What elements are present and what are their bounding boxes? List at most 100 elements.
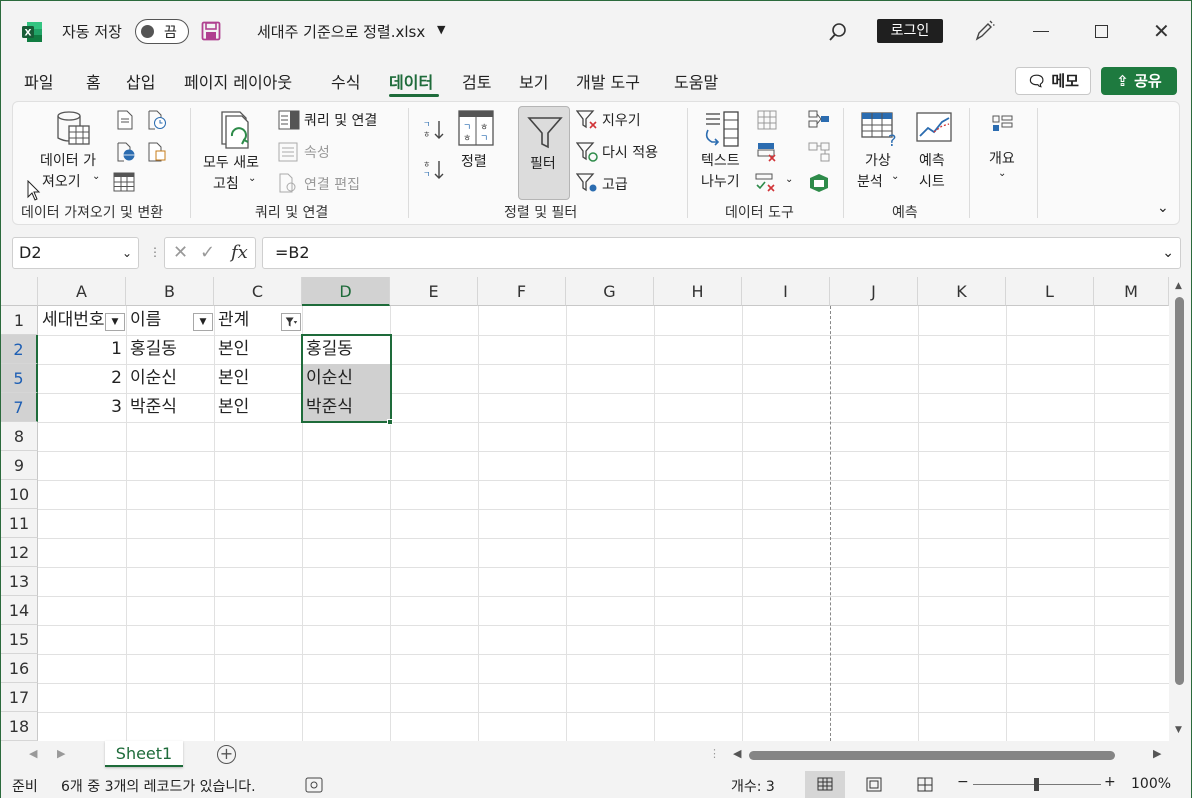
- row-header-16[interactable]: 16: [1, 654, 38, 683]
- refresh-all-label2[interactable]: 고침: [213, 173, 239, 193]
- cell-a7[interactable]: 3: [38, 393, 126, 422]
- tab-help[interactable]: 도움말: [674, 69, 718, 93]
- normal-view-button[interactable]: [805, 771, 845, 798]
- sheet-tab-sheet1[interactable]: Sheet1: [105, 741, 183, 767]
- row-header-13[interactable]: 13: [1, 567, 38, 596]
- filter-dropdown-a-icon[interactable]: ▼: [105, 313, 125, 331]
- formula-bar-grip-icon[interactable]: ⋮: [149, 245, 161, 259]
- column-header-j[interactable]: J: [830, 277, 918, 306]
- cell-b7[interactable]: 박준식: [126, 393, 214, 422]
- row-header-5[interactable]: 5: [1, 364, 38, 393]
- accessibility-icon[interactable]: [305, 777, 323, 793]
- vertical-scroll-thumb[interactable]: [1175, 297, 1184, 685]
- edit-links-button[interactable]: 연결 편집: [304, 174, 360, 194]
- column-header-i[interactable]: I: [742, 277, 830, 306]
- queries-connections-button[interactable]: 쿼리 및 연결: [304, 110, 377, 130]
- refresh-dropdown-icon[interactable]: ⌄: [248, 173, 256, 184]
- text-to-columns-label2[interactable]: 나누기: [701, 171, 740, 191]
- worksheet-grid[interactable]: A B C D E F G H I J K L M 1 2 5 7 8 9 10…: [1, 277, 1169, 741]
- cell-c5[interactable]: 본인: [214, 364, 302, 393]
- formula-input[interactable]: =B2 ⌄: [262, 237, 1181, 269]
- fill-handle[interactable]: [387, 419, 393, 425]
- maximize-icon[interactable]: [1095, 25, 1108, 38]
- what-if-dropdown-icon[interactable]: ⌄: [891, 171, 899, 182]
- insert-function-icon[interactable]: fx: [231, 242, 248, 263]
- remove-duplicates-icon[interactable]: [757, 142, 777, 162]
- share-button[interactable]: ⇪ 공유: [1101, 67, 1177, 95]
- row-header-18[interactable]: 18: [1, 712, 38, 741]
- zoom-slider-thumb[interactable]: [1034, 778, 1039, 791]
- filter-applied-c-icon[interactable]: [281, 313, 301, 331]
- tab-split-grip-icon[interactable]: ⋮: [709, 747, 720, 760]
- column-header-d[interactable]: D: [302, 277, 390, 306]
- what-if-label2[interactable]: 분석: [857, 171, 883, 191]
- file-menu-caret-icon[interactable]: ▼: [437, 23, 445, 36]
- name-box-dropdown-icon[interactable]: ⌄: [122, 238, 132, 268]
- existing-connections-icon[interactable]: [147, 142, 167, 162]
- row-header-14[interactable]: 14: [1, 596, 38, 625]
- tab-data[interactable]: 데이터: [389, 69, 433, 93]
- flash-fill-icon[interactable]: [757, 110, 777, 130]
- cell-a2[interactable]: 1: [38, 335, 126, 364]
- column-header-e[interactable]: E: [390, 277, 478, 306]
- column-header-l[interactable]: L: [1006, 277, 1094, 306]
- row-header-1[interactable]: 1: [1, 306, 38, 335]
- vertical-scrollbar[interactable]: ▲ ▼: [1169, 277, 1191, 741]
- outline-button[interactable]: 개요: [989, 148, 1015, 168]
- save-icon[interactable]: [201, 21, 221, 41]
- confirm-entry-icon[interactable]: ✓: [200, 242, 215, 263]
- get-data-dropdown-icon[interactable]: ⌄: [92, 171, 100, 182]
- close-icon[interactable]: ✕: [1153, 21, 1170, 41]
- from-web-icon[interactable]: [116, 142, 136, 162]
- from-text-icon[interactable]: [116, 110, 134, 130]
- reapply-button[interactable]: 다시 적용: [602, 142, 658, 162]
- column-header-k[interactable]: K: [918, 277, 1006, 306]
- forecast-sheet-label1[interactable]: 예측: [919, 150, 945, 170]
- column-header-f[interactable]: F: [478, 277, 566, 306]
- add-sheet-icon[interactable]: +: [217, 745, 236, 764]
- sort-button[interactable]: 정렬: [461, 151, 487, 171]
- tab-page-layout[interactable]: 페이지 레이아웃: [184, 69, 292, 93]
- outline-dropdown-icon[interactable]: ⌄: [998, 168, 1006, 179]
- tab-insert[interactable]: 삽입: [126, 69, 155, 93]
- get-data-label1[interactable]: 데이터 가: [40, 150, 96, 170]
- name-box[interactable]: D2 ⌄: [12, 237, 139, 269]
- data-model-icon[interactable]: [809, 173, 829, 193]
- column-header-b[interactable]: B: [126, 277, 214, 306]
- clear-button[interactable]: 지우기: [602, 110, 641, 130]
- column-header-m[interactable]: M: [1094, 277, 1169, 306]
- cell-a5[interactable]: 2: [38, 364, 126, 393]
- column-header-g[interactable]: G: [566, 277, 654, 306]
- zoom-out-icon[interactable]: −: [957, 774, 969, 790]
- tab-review[interactable]: 검토: [462, 69, 491, 93]
- page-layout-view-icon[interactable]: [866, 777, 882, 792]
- cell-b1[interactable]: 이름: [126, 306, 192, 335]
- column-header-c[interactable]: C: [214, 277, 302, 306]
- row-header-15[interactable]: 15: [1, 625, 38, 654]
- row-header-2[interactable]: 2: [1, 335, 38, 364]
- sheet-prev-icon[interactable]: ◀: [29, 747, 37, 760]
- tab-file[interactable]: 파일: [24, 69, 53, 93]
- sort-descending-icon[interactable]: ㅎㄱ: [423, 158, 445, 180]
- what-if-label1[interactable]: 가상: [865, 150, 891, 170]
- scroll-down-icon[interactable]: ▼: [1175, 725, 1182, 735]
- consolidate-icon[interactable]: [808, 110, 830, 128]
- tab-view[interactable]: 보기: [519, 69, 548, 93]
- minimize-icon[interactable]: [1033, 31, 1049, 32]
- cell-b5[interactable]: 이순신: [126, 364, 214, 393]
- tab-formulas[interactable]: 수식: [331, 69, 360, 93]
- cell-c7[interactable]: 본인: [214, 393, 302, 422]
- cell-c2[interactable]: 본인: [214, 335, 302, 364]
- sheet-next-icon[interactable]: ▶: [57, 747, 65, 760]
- page-break-view-icon[interactable]: [917, 777, 933, 792]
- search-icon[interactable]: [827, 21, 849, 43]
- row-header-8[interactable]: 8: [1, 422, 38, 451]
- recent-sources-icon[interactable]: [147, 110, 167, 130]
- cell-c1[interactable]: 관계: [214, 306, 280, 335]
- scroll-left-icon[interactable]: ◀: [733, 747, 741, 760]
- row-header-10[interactable]: 10: [1, 480, 38, 509]
- row-header-7[interactable]: 7: [1, 393, 38, 422]
- cancel-entry-icon[interactable]: ✕: [173, 242, 188, 263]
- cell-b2[interactable]: 홍길동: [126, 335, 214, 364]
- sort-ascending-icon[interactable]: ㄱㅎ: [423, 118, 445, 140]
